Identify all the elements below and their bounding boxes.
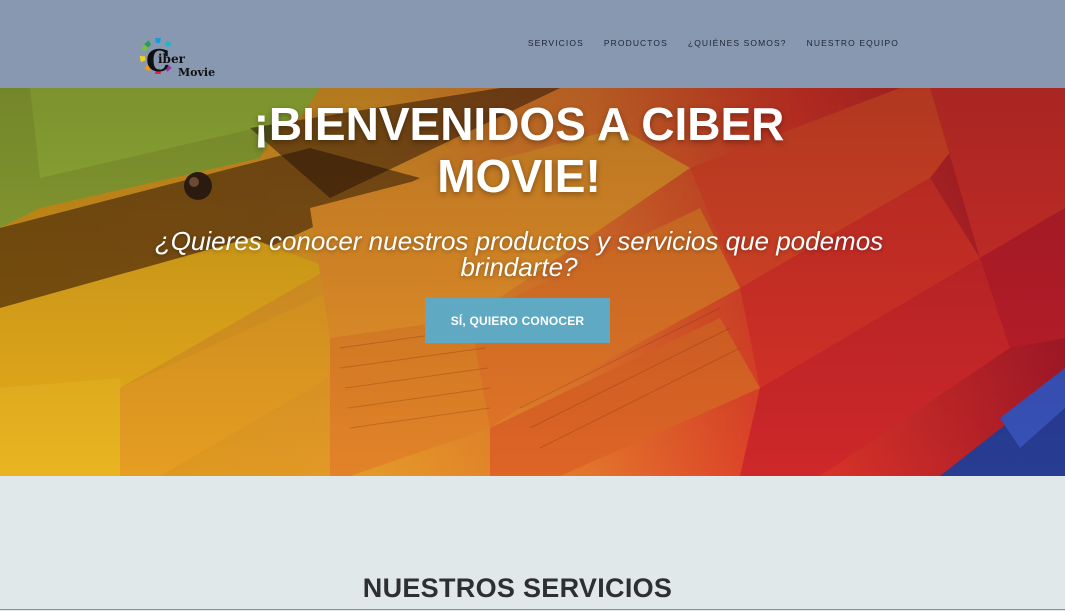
nav-nuestro-equipo[interactable]: NUESTRO EQUIPO [807, 38, 899, 48]
hero-title: ¡BIENVENIDOS A CIBER MOVIE! [0, 98, 1038, 202]
hero-title-line-2: MOVIE! [437, 150, 601, 202]
divider [0, 609, 1065, 610]
ciber-movie-logo[interactable]: C iber Movie [138, 34, 216, 82]
hero-subtitle: ¿Quieres conocer nuestros productos y se… [0, 228, 1038, 280]
hero-title-line-1: ¡BIENVENIDOS A CIBER [253, 98, 785, 150]
cta-button[interactable]: SÍ, QUIERO CONOCER [425, 298, 610, 343]
nav-servicios[interactable]: SERVICIOS [528, 38, 584, 48]
services-title: NUESTROS SERVICIOS [362, 573, 673, 603]
navbar: C iber Movie SERVICIOS PRODUCTOS ¿QUIÉNE… [0, 0, 1065, 88]
hero-subtitle-line-2: brindarte? [460, 252, 578, 282]
nav-quienes-somos[interactable]: ¿QUIÉNES SOMOS? [688, 38, 787, 48]
logo-line-2: Movie [178, 66, 216, 79]
nav-productos[interactable]: PRODUCTOS [604, 38, 668, 48]
main-nav: SERVICIOS PRODUCTOS ¿QUIÉNES SOMOS? NUES… [528, 38, 899, 48]
hero-section: ¡BIENVENIDOS A CIBER MOVIE! ¿Quieres con… [0, 88, 1065, 476]
logo-line-1: iber [158, 52, 185, 66]
services-section: NUESTROS SERVICIOS [0, 476, 1065, 611]
